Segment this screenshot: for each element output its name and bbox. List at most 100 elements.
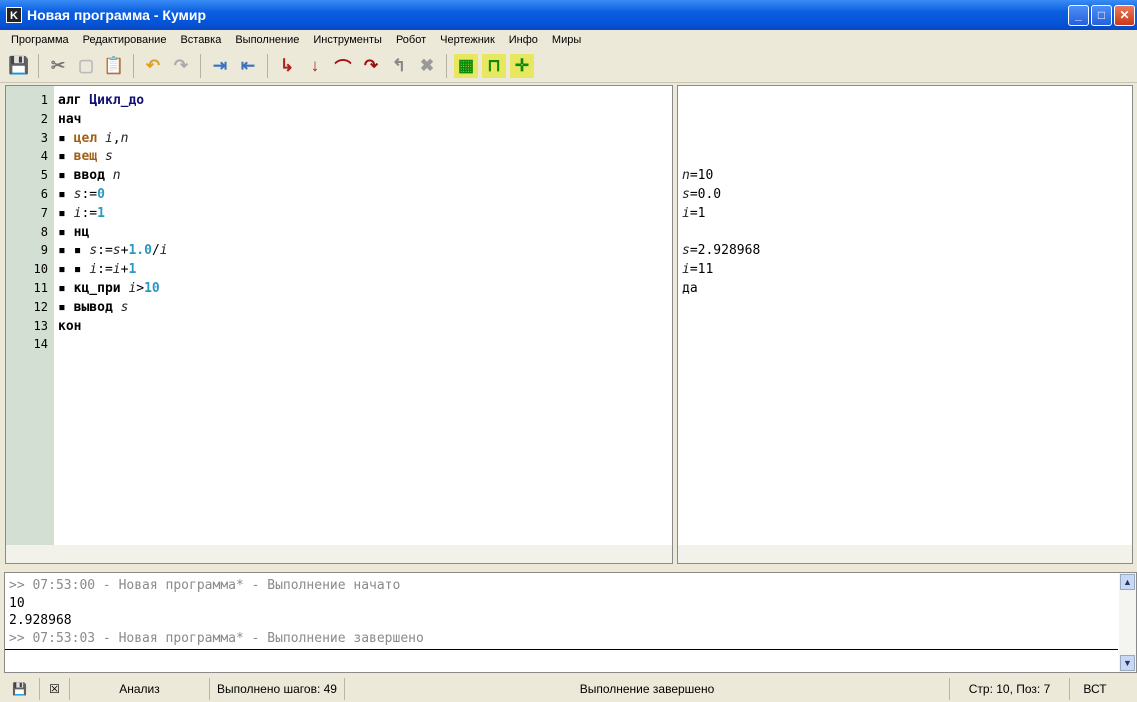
close-button[interactable]: ✕ bbox=[1114, 5, 1135, 26]
robot-field-button[interactable]: ▦ bbox=[454, 54, 478, 78]
code-token: i bbox=[104, 130, 113, 146]
unindent-button[interactable]: ⇤ bbox=[236, 54, 260, 78]
scroll-up-icon[interactable]: ▲ bbox=[1120, 574, 1135, 590]
cut-icon: ✂ bbox=[50, 56, 66, 75]
horizontal-scrollbar[interactable] bbox=[678, 545, 1132, 563]
menu-item[interactable]: Инфо bbox=[502, 34, 545, 46]
redo-button[interactable]: ↷ bbox=[169, 54, 193, 78]
code-line[interactable]: ▪ ▪ s:=s+1.0/i bbox=[58, 241, 168, 260]
code-token: цел bbox=[73, 130, 105, 146]
menu-item[interactable]: Миры bbox=[545, 34, 588, 46]
step-over-button[interactable]: ⌒ bbox=[331, 54, 355, 78]
variable-value: да bbox=[682, 279, 698, 298]
code-token: кц_при bbox=[73, 281, 129, 296]
line-number: 4 bbox=[40, 149, 48, 164]
code-token: вещ bbox=[73, 149, 105, 165]
console-divider bbox=[5, 649, 1118, 650]
code-token: вывод bbox=[73, 299, 121, 315]
menu-item[interactable]: Робот bbox=[389, 34, 433, 46]
maximize-button[interactable]: □ bbox=[1091, 5, 1112, 26]
code-token: кон bbox=[58, 318, 82, 334]
run-icon: ↳ bbox=[279, 56, 295, 75]
variable-value: i=11 bbox=[682, 260, 713, 279]
variable-name: s bbox=[682, 243, 690, 259]
status-insert-mode: ВСТ bbox=[1083, 681, 1107, 696]
code-token: s bbox=[112, 243, 121, 259]
code-line[interactable]: алг Цикл_до bbox=[58, 91, 144, 110]
code-line[interactable]: кон bbox=[58, 317, 81, 336]
code-token: i bbox=[159, 243, 168, 259]
status-bar: 💾 ☒ Анализ Выполнено шагов: 49 Выполнени… bbox=[0, 675, 1137, 702]
paste-button[interactable]: 📋 bbox=[102, 54, 126, 78]
code-token: ▪ bbox=[58, 168, 74, 184]
status-steps: Выполнено шагов: 49 bbox=[210, 677, 345, 700]
scroll-down-icon[interactable]: ▼ bbox=[1120, 655, 1135, 671]
code-line[interactable]: ▪ ▪ i:=i+1 bbox=[58, 260, 136, 279]
code-token: s bbox=[89, 243, 98, 259]
line-number: 1 bbox=[40, 93, 48, 107]
code-token: ▪ bbox=[58, 149, 74, 165]
step-into-button[interactable]: ↷ bbox=[359, 54, 383, 78]
line-number: 3 bbox=[40, 130, 48, 145]
menu-item[interactable]: Инструменты bbox=[306, 34, 389, 46]
code-editor[interactable]: 1 2 3 4 5 6 7 8 9 10 11 12 13 14 алг Цикл_до нач ▪ цел … bbox=[5, 85, 673, 564]
undo-button[interactable]: ↶ bbox=[141, 54, 165, 78]
code-line[interactable]: ▪ вывод s bbox=[58, 298, 128, 317]
menu-item[interactable]: Редактирование bbox=[76, 34, 174, 46]
menu-bar: Программа Редактирование Вставка Выполнение… bbox=[0, 30, 1137, 50]
code-line[interactable]: ▪ нц bbox=[58, 223, 89, 242]
menu-item[interactable]: Чертежник bbox=[433, 34, 502, 46]
variable-value-text: =0.0 bbox=[689, 187, 722, 202]
drawer-button[interactable]: ✛ bbox=[510, 54, 534, 78]
code-line[interactable]: ▪ s:=0 bbox=[58, 185, 105, 204]
code-line[interactable]: ▪ ввод n bbox=[58, 166, 121, 185]
copy-icon: ▢ bbox=[77, 56, 95, 75]
line-number: 12 bbox=[33, 299, 48, 314]
code-line[interactable]: ▪ цел i,n bbox=[58, 129, 128, 148]
console-line: >> 07:53:03 - Новая программа* - Выполне… bbox=[9, 630, 424, 646]
variable-value: s=0.0 bbox=[682, 185, 721, 204]
indent-button[interactable]: ⇥ bbox=[208, 54, 232, 78]
variable-value: s=2.928968 bbox=[682, 241, 760, 260]
robot-button[interactable]: ⊓ bbox=[482, 54, 506, 78]
menu-item[interactable]: Вставка bbox=[173, 34, 228, 46]
code-line[interactable]: ▪ кц_при i>10 bbox=[58, 279, 160, 298]
minimize-button[interactable]: _ bbox=[1068, 5, 1089, 26]
code-token: 1 bbox=[97, 205, 105, 221]
variable-name: i bbox=[682, 262, 690, 278]
menu-item[interactable]: Программа bbox=[4, 34, 76, 46]
code-line[interactable]: нач bbox=[58, 110, 81, 129]
stop-button[interactable]: ✖ bbox=[415, 54, 439, 78]
step-out-button[interactable]: ↰ bbox=[387, 54, 411, 78]
horizontal-scrollbar[interactable] bbox=[6, 545, 672, 563]
save-status-icon[interactable]: 💾 bbox=[0, 677, 40, 700]
vertical-scrollbar[interactable]: ▲ ▼ bbox=[1119, 573, 1136, 672]
menu-item[interactable]: Выполнение bbox=[228, 34, 306, 46]
save-button[interactable]: 💾 bbox=[7, 54, 31, 78]
redo-icon: ↷ bbox=[173, 56, 189, 75]
variable-value-text: =11 bbox=[689, 262, 714, 278]
step-into-icon: ↷ bbox=[363, 56, 379, 75]
status-message: Выполнение завершено bbox=[345, 677, 950, 700]
copy-button[interactable]: ▢ bbox=[74, 54, 98, 78]
code-token: нач bbox=[58, 111, 82, 127]
code-token: ▪ bbox=[58, 187, 74, 202]
code-line[interactable]: ▪ i:=1 bbox=[58, 204, 105, 223]
code-token: ▪ ▪ bbox=[58, 262, 90, 278]
code-token: := bbox=[81, 187, 98, 202]
line-number: 9 bbox=[40, 243, 48, 258]
close-status-icon[interactable]: ☒ bbox=[40, 677, 70, 700]
undo-icon: ↶ bbox=[145, 56, 161, 75]
cut-button[interactable]: ✂ bbox=[46, 54, 70, 78]
run-button[interactable]: ↳ bbox=[275, 54, 299, 78]
variable-name: n bbox=[682, 168, 690, 184]
run-step-button[interactable]: ↓ bbox=[303, 54, 327, 78]
line-number: 11 bbox=[33, 281, 48, 295]
paste-icon: 📋 bbox=[103, 56, 125, 75]
code-token: 10 bbox=[144, 281, 160, 296]
variable-value: n=10 bbox=[682, 166, 713, 185]
code-line[interactable]: ▪ вещ s bbox=[58, 147, 113, 166]
output-console[interactable]: ▲ ▼ >> 07:53:00 - Новая программа* - Вып… bbox=[4, 572, 1137, 673]
code-token: , bbox=[112, 130, 121, 146]
console-line: 10 bbox=[9, 595, 25, 611]
